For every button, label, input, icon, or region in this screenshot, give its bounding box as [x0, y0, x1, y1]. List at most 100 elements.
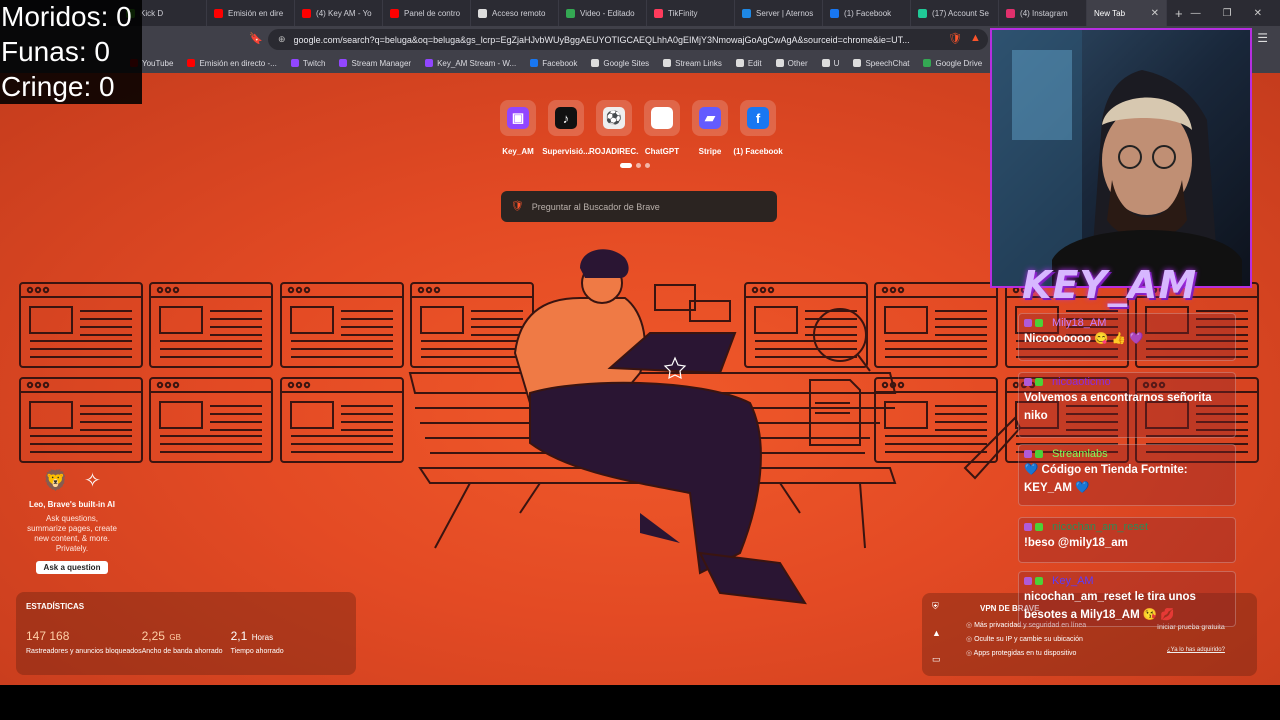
- top-site-label: ROJADIREC...: [589, 147, 639, 156]
- bookmark-item[interactable]: Facebook: [530, 59, 577, 68]
- streamer-brand-logo: KEY_AM: [1022, 263, 1198, 307]
- bookmark-favicon-icon: [775, 59, 784, 67]
- top-site-label: (1) Facebook: [733, 147, 783, 156]
- bookmark-item[interactable]: Emisión en directo -...: [187, 58, 277, 68]
- chat-username: Mily18_AM: [1052, 317, 1107, 329]
- tab-new-tab[interactable]: New Tab ✕: [1087, 0, 1168, 26]
- top-sites-pagination[interactable]: [620, 163, 650, 168]
- bookmark-item[interactable]: Stream Links: [663, 59, 722, 68]
- bookmark-icon[interactable]: 🔖: [249, 32, 263, 45]
- top-site-tile[interactable]: ✺ ChatGPT: [644, 100, 680, 156]
- top-sites: ▣ Key_AM ♪ Supervisió... ⚽ ROJADIREC... ✺ ChatG…: [500, 100, 783, 156]
- leo-description-line: Privately.: [55, 544, 89, 553]
- bookmark-item[interactable]: Key_AM Stream - W...: [425, 59, 516, 68]
- chat-badge-icon: [1024, 378, 1032, 386]
- brave-search-box[interactable]: 🛡 Preguntar al Buscador de Brave: [501, 191, 777, 222]
- bookmark-label: Facebook: [542, 58, 578, 68]
- bookmark-favicon-icon: [187, 59, 196, 67]
- bookmark-item[interactable]: Google Sites: [591, 59, 649, 68]
- top-site-tile[interactable]: ⚽ ROJADIREC...: [589, 100, 639, 156]
- window-close-icon[interactable]: ✕: [1254, 8, 1262, 19]
- browser-tab[interactable]: Panel de contro: [383, 0, 472, 26]
- browser-tab[interactable]: Server | Aternos: [735, 0, 824, 26]
- browser-tab[interactable]: Emisión en dire: [207, 0, 296, 26]
- top-site-label: Supervisió...: [542, 147, 590, 156]
- stat-item: 147 168 Rastreadores y anuncios bloquead…: [26, 627, 142, 655]
- stat-label: Rastreadores y anuncios bloqueados: [26, 648, 142, 655]
- chat-badge-icon: [1035, 523, 1043, 531]
- browser-tab[interactable]: (4) Key AM - Yo: [295, 0, 384, 26]
- tab-title: Emisión en dire: [228, 8, 284, 18]
- bottom-bar: [0, 685, 1280, 720]
- chat-badge-icon: [1024, 577, 1032, 585]
- chat-badge-icon: [1035, 450, 1043, 458]
- warning-icon[interactable]: ▲: [932, 628, 941, 638]
- chat-badge-icon: [1024, 319, 1032, 327]
- chat-text: !beso @mily18_am: [1024, 537, 1128, 549]
- twitch-icon: ▣: [507, 107, 529, 129]
- top-site-tile[interactable]: ▰ Stripe: [692, 100, 728, 156]
- browser-tab[interactable]: TikFinity: [647, 0, 736, 26]
- active-tab-title: New Tab: [1094, 8, 1126, 18]
- browser-tab[interactable]: (4) Instagram: [999, 0, 1088, 26]
- bookmark-item[interactable]: Edit: [735, 59, 762, 68]
- tab-favicon-icon: [918, 8, 928, 18]
- close-icon[interactable]: ✕: [1151, 8, 1159, 19]
- facebook-icon: f: [747, 107, 769, 129]
- new-tab-plus-icon[interactable]: +: [1167, 6, 1191, 21]
- bookmark-item[interactable]: Twitch: [290, 59, 325, 68]
- browser-tab[interactable]: Video - Editado: [559, 0, 648, 26]
- tab-favicon-icon: [214, 8, 224, 18]
- chat-text: Volvemos a encontrarnos señorita niko: [1024, 392, 1212, 422]
- bookmark-favicon-icon: [339, 59, 348, 67]
- stats-heading: ESTADÍSTICAS: [26, 602, 85, 611]
- tab-title: (4) Instagram: [1020, 8, 1068, 18]
- tab-favicon-icon: [830, 8, 840, 18]
- minimize-icon[interactable]: —: [1191, 8, 1201, 19]
- tab-favicon-icon: [742, 8, 752, 18]
- tab-title: Acceso remoto: [492, 8, 546, 18]
- stat-value: 2,1: [230, 629, 248, 643]
- bookmark-favicon-icon: [663, 59, 672, 67]
- ball-icon: ⚽: [603, 107, 625, 129]
- vpn-feature: ◎ Oculte su IP y cambie su ubicación: [966, 636, 1083, 643]
- ask-question-button[interactable]: Ask a question: [35, 561, 109, 574]
- browser-tab[interactable]: (17) Account Se: [911, 0, 1000, 26]
- leo-ai-widget: 🦁 ✧ Leo, Brave's built-in AI Ask questio…: [16, 468, 128, 575]
- menu-icon[interactable]: ☰: [1257, 31, 1268, 45]
- brave-shields-icon[interactable]: 🛡: [948, 32, 962, 45]
- brave-logo-icon: 🛡: [511, 201, 524, 212]
- shield-icon[interactable]: ⛨: [932, 601, 941, 612]
- top-site-tile[interactable]: ▣ Key_AM: [500, 100, 536, 156]
- chat-message: Key_AM nicochan_am_reset le tira unos bes…: [1018, 571, 1236, 627]
- url-text: google.com/search?q=beluga&oq=beluga&gs_…: [293, 34, 910, 45]
- leo-title: Leo, Brave's built-in AI: [28, 500, 116, 509]
- card-icon[interactable]: ▭: [932, 654, 941, 665]
- bookmark-item[interactable]: Google Drive: [923, 59, 982, 68]
- vpn-already-purchased-link[interactable]: ¿Ya lo has adquirido?: [1167, 647, 1225, 653]
- bookmark-item[interactable]: Other: [775, 58, 808, 68]
- chat-message: Mily18_AM Nicooooooo 😋 👍 💜: [1018, 313, 1236, 361]
- bookmark-label: SpeechChat: [865, 58, 910, 68]
- browser-tab[interactable]: Acceso remoto: [471, 0, 560, 26]
- bookmark-item[interactable]: Stream Manager: [339, 59, 411, 68]
- site-info-icon[interactable]: ⊕: [278, 34, 286, 45]
- top-site-label: Key_AM: [502, 147, 534, 156]
- bookmark-label: Emisión en directo -...: [199, 58, 277, 68]
- tab-bar: Kick D Emisión en dire (4) Key AM - Yo Pane…: [0, 0, 1280, 26]
- bookmark-item[interactable]: SpeechChat: [853, 59, 909, 68]
- top-site-tile[interactable]: f (1) Facebook: [733, 100, 783, 156]
- stat-value: 2,25: [141, 629, 165, 643]
- bookmark-item[interactable]: U: [821, 59, 839, 68]
- bookmark-label: Other: [787, 58, 808, 68]
- maximize-icon[interactable]: ❐: [1223, 8, 1232, 19]
- bookmark-label: Stream Manager: [351, 58, 412, 68]
- bookmark-favicon-icon: [821, 59, 830, 67]
- streamer-silhouette: [992, 30, 1242, 286]
- url-field[interactable]: ⊕ google.com/search?q=beluga&oq=beluga&g…: [268, 29, 988, 50]
- brave-rewards-icon[interactable]: ▲: [970, 32, 981, 44]
- chat-username: Streamlabs: [1052, 448, 1108, 460]
- browser-tab[interactable]: (1) Facebook: [823, 0, 912, 26]
- top-site-tile[interactable]: ♪ Supervisió...: [542, 100, 590, 156]
- stat-label: Tiempo ahorrado: [230, 648, 284, 655]
